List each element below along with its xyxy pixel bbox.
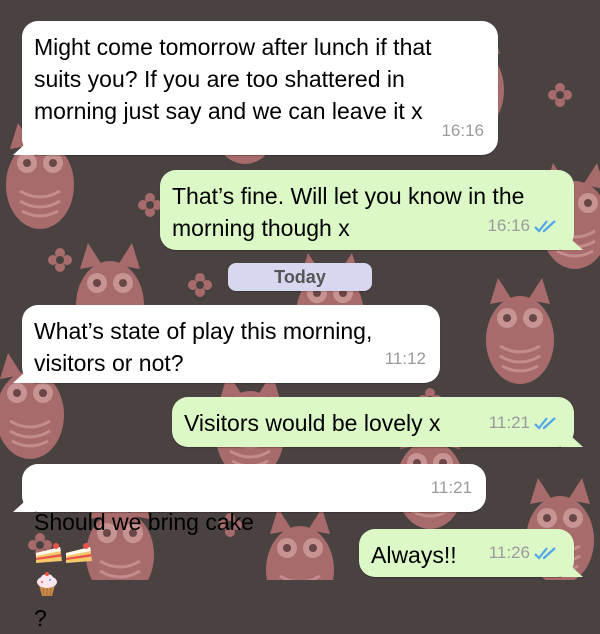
outgoing-message[interactable]: Always!! 11:26 bbox=[359, 529, 574, 577]
message-meta: 16:16 bbox=[487, 210, 560, 242]
incoming-message[interactable]: Should we bring cake ? 11:21 bbox=[22, 464, 486, 631]
message-text: What’s state of play this morning, visit… bbox=[34, 318, 373, 376]
message-meta: 11:26 bbox=[489, 537, 560, 569]
message-time: 11:12 bbox=[384, 349, 426, 368]
message-meta: 11:21 bbox=[431, 472, 472, 504]
message-time: 16:16 bbox=[487, 216, 530, 235]
cake-slice-icon bbox=[66, 543, 92, 563]
message-text-before: Should we bring cake bbox=[34, 509, 254, 535]
message-text-after: ? bbox=[34, 605, 47, 631]
message-meta: 11:21 bbox=[489, 407, 560, 439]
message-text: Might come tomorrow after lunch if that … bbox=[34, 34, 432, 124]
double-check-icon bbox=[534, 417, 556, 430]
message-time: 11:21 bbox=[430, 478, 472, 497]
message-time: 11:21 bbox=[488, 413, 530, 432]
incoming-message[interactable]: Might come tomorrow after lunch if that … bbox=[22, 21, 498, 155]
message-meta: 11:12 bbox=[385, 343, 426, 375]
cake-slice-icon bbox=[36, 543, 62, 563]
double-check-icon bbox=[534, 220, 556, 233]
message-time: 16:16 bbox=[441, 121, 484, 140]
message-time: 11:26 bbox=[488, 543, 530, 562]
double-check-icon bbox=[534, 547, 556, 560]
message-meta: 16:16 bbox=[441, 115, 484, 147]
incoming-message[interactable]: What’s state of play this morning, visit… bbox=[22, 305, 440, 383]
date-separator: Today bbox=[228, 263, 372, 291]
outgoing-message[interactable]: Visitors would be lovely x 11:21 bbox=[172, 397, 574, 447]
cupcake-icon bbox=[37, 572, 57, 597]
outgoing-message[interactable]: That’s fine. Will let you know in the mo… bbox=[160, 170, 574, 250]
